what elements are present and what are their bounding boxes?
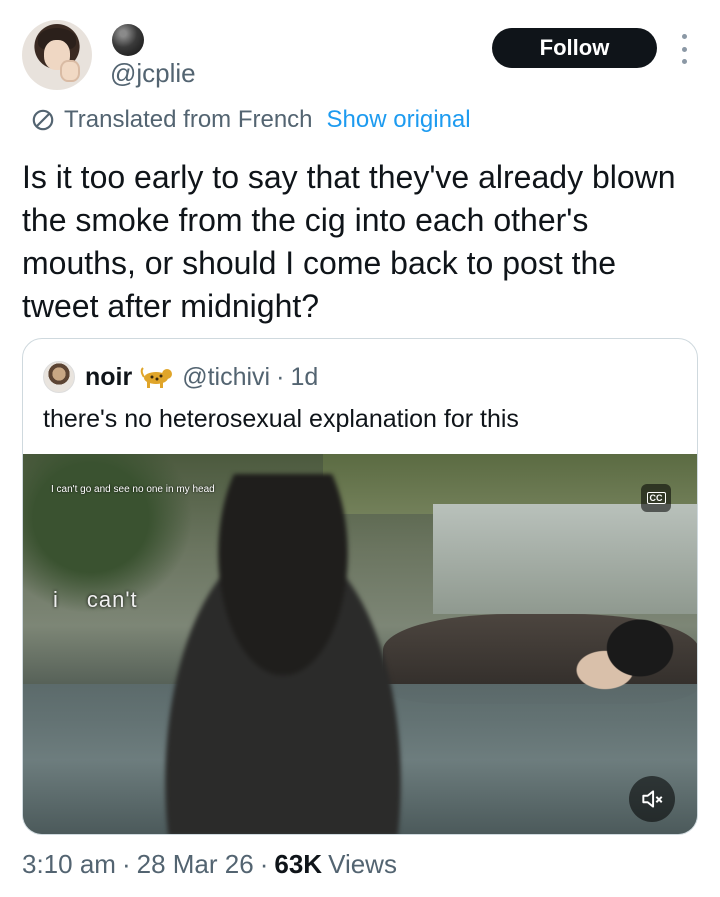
black-circle-emoji-icon [112, 24, 144, 56]
tweet-date[interactable]: 28 Mar 26 [137, 849, 254, 880]
cc-label: CC [646, 492, 666, 504]
video-wall [433, 504, 697, 614]
show-original-link[interactable]: Show original [327, 106, 471, 134]
tweet-meta: 3:10 am · 28 Mar 26 · 63K Views [22, 849, 397, 880]
video-person-background [563, 604, 697, 714]
subtitle-word: i [53, 587, 59, 612]
speaker-muted-icon [642, 790, 663, 808]
quote-text: there's no heterosexual explanation for … [43, 405, 519, 433]
tweet-time[interactable]: 3:10 am [22, 849, 116, 880]
views-label: Views [328, 849, 397, 879]
quote-age: 1d [290, 362, 319, 391]
quote-separator: · [276, 362, 285, 391]
author-avatar[interactable] [22, 20, 92, 90]
cc-icon[interactable]: CC [641, 484, 671, 512]
quote-author-name[interactable]: noir [85, 363, 132, 392]
author-handle[interactable]: @jcplie [110, 58, 196, 89]
quoted-tweet[interactable]: noir @tichivi · 1d there's no heterosexu… [22, 338, 698, 835]
translation-row: Translated from French Show original [30, 104, 471, 136]
translate-icon [32, 109, 54, 131]
tweet-header: @jcplie Follow [0, 0, 720, 110]
views-count: 63K [274, 849, 323, 879]
meta-separator: · [259, 849, 269, 879]
quote-avatar[interactable] [43, 361, 75, 393]
video-subtitle-large: i can't [53, 587, 166, 613]
more-icon[interactable] [678, 34, 690, 64]
subtitle-word: can't [86, 587, 138, 612]
quote-header: noir @tichivi · 1d [43, 361, 318, 393]
quote-video[interactable]: I can't go and see no one in my head i ca… [23, 454, 697, 834]
translation-note: Translated from French [64, 106, 313, 133]
video-subtitle-small: I can't go and see no one in my head [51, 484, 215, 495]
mute-icon[interactable] [629, 776, 675, 822]
tweet-text: Is it too early to say that they've alre… [22, 159, 676, 324]
video-person-foreground [133, 474, 433, 834]
meta-separator: · [121, 849, 131, 879]
follow-button[interactable]: Follow [492, 28, 657, 68]
leopard-emoji-icon [140, 367, 173, 388]
avatar-hand [60, 60, 80, 82]
quote-author-handle[interactable]: @tichivi [182, 363, 270, 392]
